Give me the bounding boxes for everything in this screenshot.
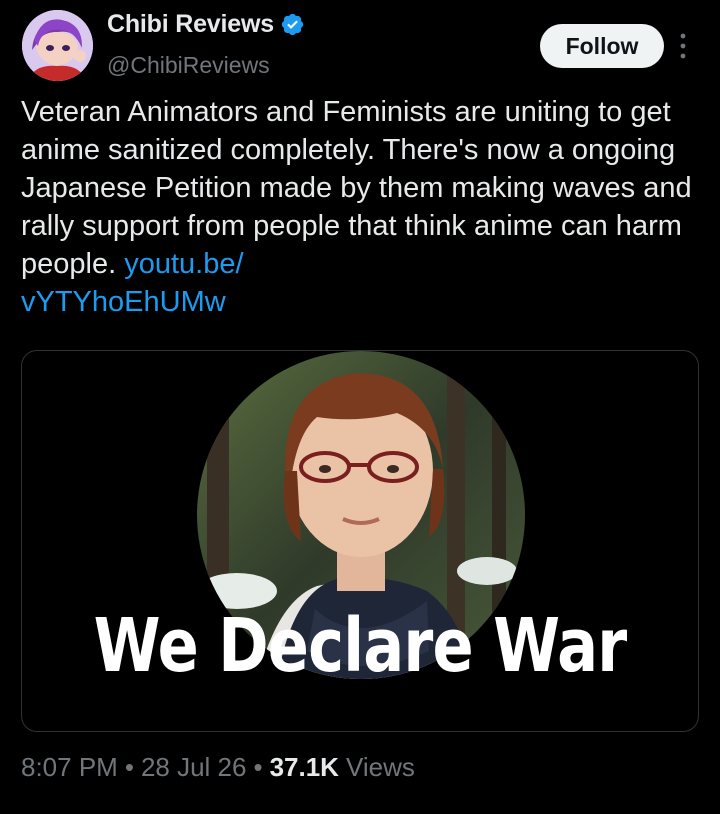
media-card[interactable]: We Declare War [21,350,699,732]
follow-button[interactable]: Follow [540,24,664,68]
tweet-text: Veteran Animators and Feminists are unit… [21,93,701,321]
tweet-time[interactable]: 8:07 PM [21,752,118,783]
tweet-body: Veteran Animators and Feminists are unit… [21,96,692,280]
views-count[interactable]: 37.1K [270,752,339,783]
views-label[interactable]: Views [346,752,415,783]
more-vertical-icon[interactable] [676,31,690,61]
tweet-meta: 8:07 PM • 28 Jul 26 • 37.1K Views [21,752,415,783]
meta-separator: • [124,752,134,782]
meta-separator: • [253,752,263,782]
tweet-link-part-2[interactable]: vYTYhoEhUMw [21,286,226,318]
tweet-link-part-1[interactable]: youtu.be/ [124,248,243,280]
author-handle[interactable]: @ChibiReviews [107,52,270,79]
avatar[interactable] [22,10,93,81]
media-caption: We Declare War [93,603,627,689]
tweet-date[interactable]: 28 Jul 26 [141,752,247,783]
author-name-row: Chibi Reviews [107,10,305,39]
verified-badge-icon [281,13,304,36]
author-display-name[interactable]: Chibi Reviews [107,10,274,39]
avatar-image [22,10,93,81]
